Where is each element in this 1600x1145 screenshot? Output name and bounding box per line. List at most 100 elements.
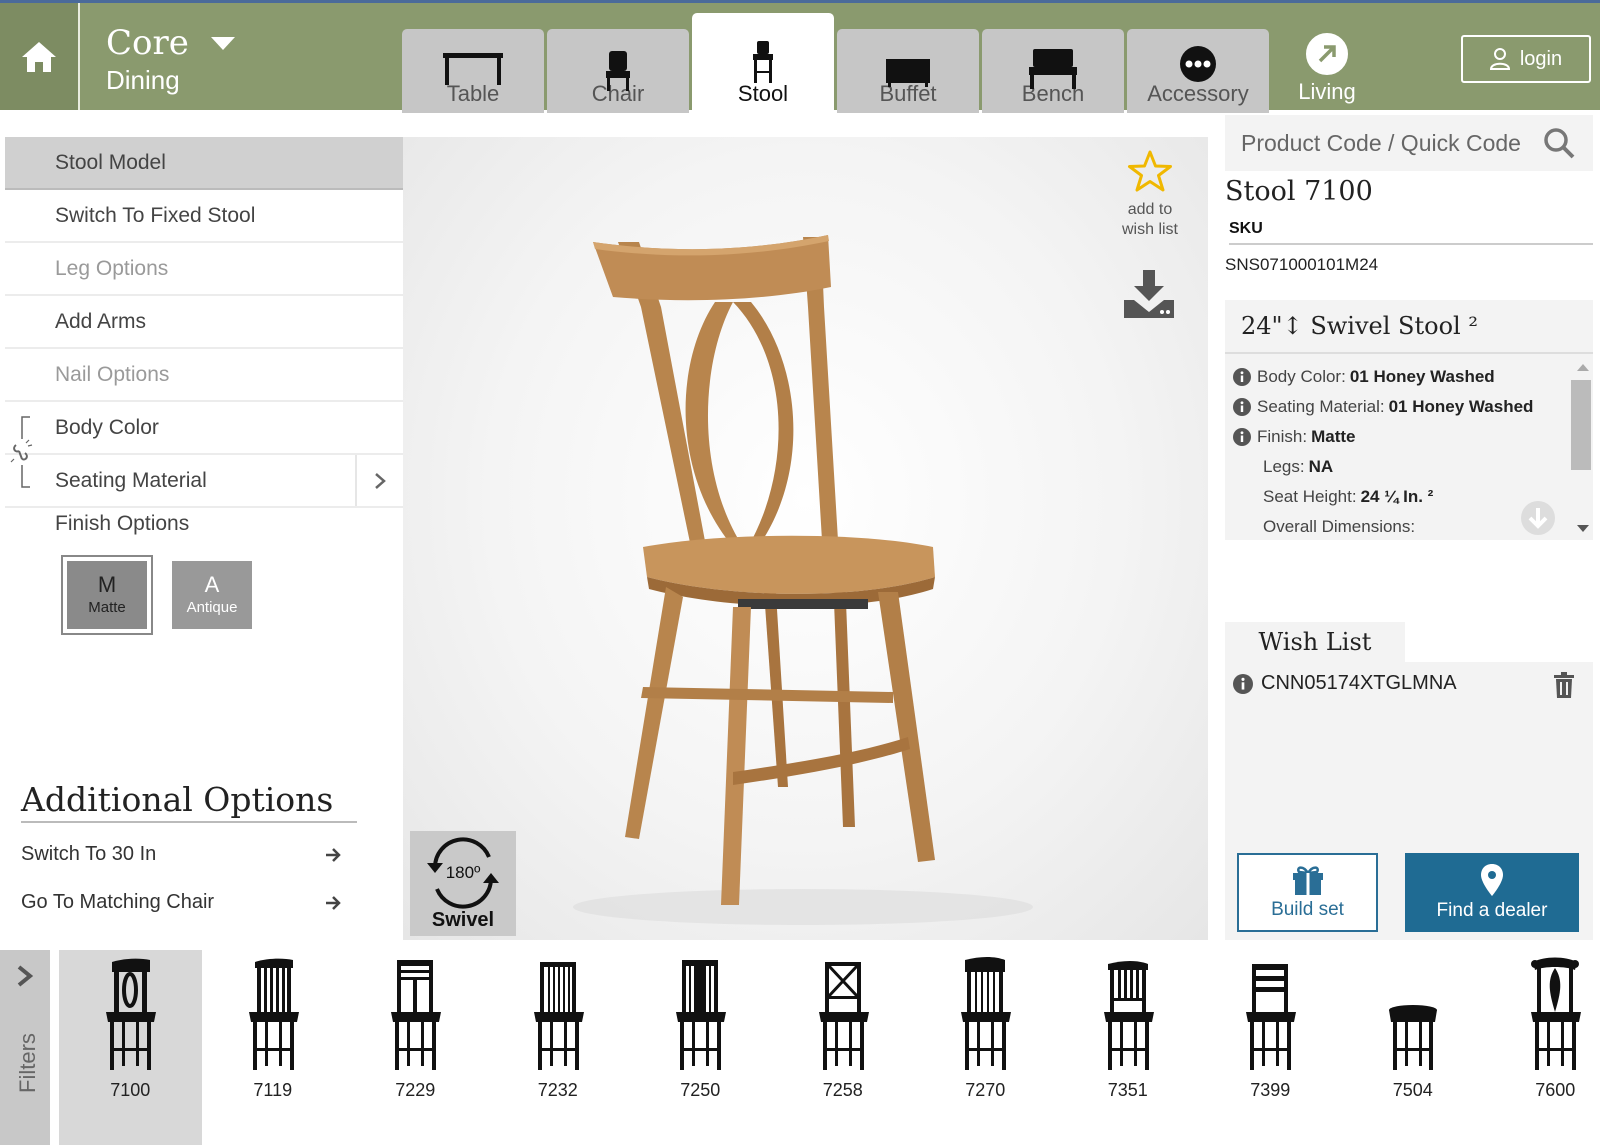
spec-value: Matte <box>1311 427 1356 446</box>
expand-button[interactable] <box>355 455 403 506</box>
menu-item-label: Add Arms <box>55 309 147 333</box>
product-code-search[interactable]: Product Code / Quick Code <box>1225 115 1593 171</box>
gift-icon <box>1292 865 1323 895</box>
spec-label: Seat Height: <box>1263 487 1357 506</box>
home-icon <box>22 41 56 72</box>
model-number: 7250 <box>680 1080 721 1100</box>
finish-swatch-antique[interactable]: A Antique <box>172 561 252 629</box>
model-thumb-7258[interactable]: 7258 <box>772 950 915 1145</box>
table-icon <box>443 53 503 85</box>
model-thumb-7119[interactable]: 7119 <box>202 950 345 1145</box>
login-label: login <box>1519 47 1563 70</box>
find-dealer-label: Find a dealer <box>1436 899 1548 921</box>
arrow-right-icon <box>326 895 341 910</box>
menu-item-leg-options[interactable]: Leg Options <box>5 243 403 296</box>
chevron-right-icon <box>375 472 386 489</box>
build-set-button[interactable]: Build set <box>1237 853 1378 932</box>
stool-thumbnail <box>106 958 157 1070</box>
finish-name: Antique <box>186 599 238 616</box>
model-thumb-7232[interactable]: 7232 <box>487 950 630 1145</box>
user-icon <box>1489 48 1510 70</box>
download-button[interactable] <box>1124 270 1174 323</box>
tab-accessory[interactable]: Accessory <box>1127 29 1269 113</box>
model-thumb-7504[interactable]: 7504 <box>1342 950 1485 1145</box>
model-thumb-7399[interactable]: 7399 <box>1199 950 1342 1145</box>
filters-label: Filters <box>15 1033 40 1093</box>
menu-item-nail-options[interactable]: Nail Options <box>5 349 403 402</box>
stool-thumbnail <box>1388 1005 1437 1070</box>
stool-thumbnail <box>533 962 584 1070</box>
menu-item-seating-material[interactable]: Seating Material <box>5 455 403 508</box>
go-to-matching-chair-link[interactable]: Go To Matching Chair <box>21 891 341 914</box>
finish-letter: M <box>97 572 117 597</box>
switch-to-30-link[interactable]: Switch To 30 In <box>21 843 341 866</box>
scrollbar-thumb[interactable] <box>1571 380 1591 470</box>
spec-row-finish: Finish: Matte <box>1233 422 1593 452</box>
model-thumb-7600[interactable]: 7600 <box>1484 950 1600 1145</box>
search-icon[interactable] <box>1543 127 1575 159</box>
spec-scrollbar[interactable] <box>1569 356 1591 536</box>
menu-item-label: Leg Options <box>55 256 169 280</box>
top-header: Core Dining Table Chair Stool Buffet Ben… <box>0 0 1600 113</box>
link-broken-icon[interactable] <box>10 415 34 489</box>
more-dots-icon <box>1180 46 1216 82</box>
search-input[interactable]: Product Code / Quick Code <box>1241 130 1521 157</box>
spec-label: Legs: <box>1263 457 1305 476</box>
stool-thumbnail <box>818 962 869 1070</box>
info-icon[interactable] <box>1233 368 1251 386</box>
spec-label: Seating Material: <box>1257 397 1385 416</box>
spec-row-legs: Legs: NA <box>1233 452 1593 482</box>
tab-bench[interactable]: Bench <box>982 29 1124 113</box>
stool-thumbnail <box>961 957 1012 1070</box>
scroll-up-icon[interactable] <box>1577 364 1589 371</box>
info-icon[interactable] <box>1233 673 1253 694</box>
menu-item-body-color[interactable]: Body Color <box>5 402 403 455</box>
model-thumb-7100[interactable]: 7100 <box>59 950 202 1145</box>
menu-item-label: Switch To Fixed Stool <box>55 203 256 227</box>
tab-table[interactable]: Table <box>402 29 544 113</box>
sku-label: SKU <box>1229 220 1593 245</box>
menu-item-label: Stool Model <box>55 150 166 174</box>
model-thumb-7351[interactable]: 7351 <box>1057 950 1200 1145</box>
model-thumb-7229[interactable]: 7229 <box>344 950 487 1145</box>
tab-stool[interactable]: Stool <box>692 13 834 113</box>
info-icon[interactable] <box>1233 428 1251 446</box>
info-icon[interactable] <box>1233 398 1251 416</box>
menu-item-switch-fixed[interactable]: Switch To Fixed Stool <box>5 190 403 243</box>
wishlist-tab[interactable]: Wish List <box>1225 622 1405 662</box>
scroll-down-icon[interactable] <box>1577 525 1589 532</box>
model-number: 7119 <box>253 1080 293 1100</box>
tab-buffet[interactable]: Buffet <box>837 29 979 113</box>
add-to-wishlist-button[interactable]: add to wish list <box>1110 150 1190 240</box>
model-thumb-7250[interactable]: 7250 <box>629 950 772 1145</box>
model-thumb-7270[interactable]: 7270 <box>914 950 1057 1145</box>
scroll-more-icon[interactable] <box>1520 500 1556 536</box>
menu-item-stool-model[interactable]: Stool Model <box>5 137 403 190</box>
product-viewer[interactable] <box>403 137 1208 940</box>
option-menu: Stool Model Switch To Fixed Stool Leg Op… <box>5 137 403 508</box>
stool-icon <box>753 41 773 83</box>
tab-label: Accessory <box>1147 81 1249 106</box>
menu-item-add-arms[interactable]: Add Arms <box>5 296 403 349</box>
wishlist-item[interactable]: CNN05174XTGLMNA <box>1233 672 1583 698</box>
menu-item-label: Seating Material <box>55 468 207 492</box>
stool-product-image <box>573 235 1033 925</box>
home-button[interactable] <box>0 3 80 110</box>
tab-chair[interactable]: Chair <box>547 29 689 113</box>
living-link[interactable]: Living <box>1284 33 1370 105</box>
additional-option-label: Switch To 30 In <box>21 843 157 865</box>
additional-options-title: Additional Options <box>21 780 357 823</box>
stool-thumbnail <box>1103 961 1154 1070</box>
arrow-up-right-icon <box>1306 33 1348 75</box>
trash-icon[interactable] <box>1553 672 1575 698</box>
sku-value: SNS071000101M24 <box>1225 255 1379 274</box>
filters-toggle[interactable]: Filters <box>0 950 50 1145</box>
collection-selector[interactable]: Core Dining <box>106 23 235 97</box>
arrow-right-icon <box>326 847 341 862</box>
login-button[interactable]: login <box>1461 35 1591 83</box>
finish-swatch-matte[interactable]: M Matte <box>61 555 153 635</box>
find-dealer-button[interactable]: Find a dealer <box>1405 853 1579 932</box>
category-tabs: Table Chair Stool Buffet Bench Accessory <box>402 11 1272 113</box>
product-title: Stool 7100 <box>1225 176 1373 207</box>
model-number: 7600 <box>1535 1080 1576 1100</box>
